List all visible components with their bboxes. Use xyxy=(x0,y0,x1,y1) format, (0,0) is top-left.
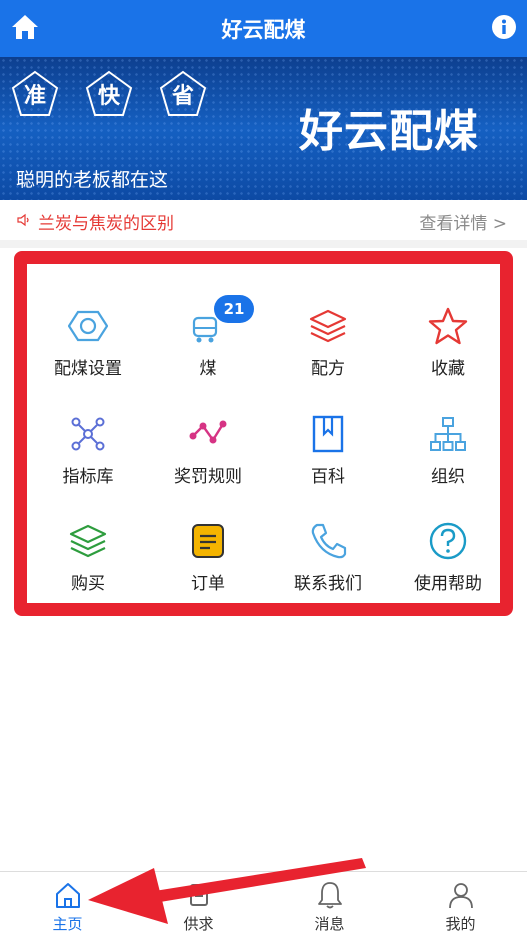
home-icon xyxy=(55,883,80,908)
network-icon xyxy=(71,417,105,451)
menu-item-label: 组织 xyxy=(431,467,465,487)
menu-item-label: 使用帮助 xyxy=(414,574,482,594)
feature-grid: 配煤设置 21 煤 配方 收藏 指标库 奖罚规则 百科 组织 购买 订单 联系我… xyxy=(14,251,513,616)
phone-icon xyxy=(311,523,347,559)
banner-badge-2: 快 xyxy=(84,69,134,119)
notice-text[interactable]: 兰炭与焦炭的区别 xyxy=(38,209,174,234)
home-icon[interactable] xyxy=(10,12,40,42)
banner-badge-text: 准 xyxy=(23,84,46,109)
book-icon xyxy=(312,415,344,453)
help-icon xyxy=(429,522,467,560)
tab-home[interactable]: 主页 xyxy=(2,872,133,936)
menu-item-coal[interactable]: 21 煤 xyxy=(149,295,267,406)
info-icon[interactable] xyxy=(491,14,517,40)
promo-banner[interactable]: 准 快 省 好云配煤 聪明的老板都在这 xyxy=(0,57,527,200)
menu-item-formula[interactable]: 配方 xyxy=(269,306,387,406)
menu-item-label: 指标库 xyxy=(62,467,114,487)
layers-icon xyxy=(309,309,347,343)
bell-icon xyxy=(317,882,342,909)
banner-slogan: 聪明的老板都在这 xyxy=(16,169,169,191)
menu-item-contact-us[interactable]: 联系我们 xyxy=(269,521,387,621)
menu-item-label: 购买 xyxy=(71,574,105,594)
banner-badge-1: 准 xyxy=(10,69,60,119)
menu-item-reward-rules[interactable]: 奖罚规则 xyxy=(149,414,267,514)
coal-icon-wrap: 21 xyxy=(188,295,254,346)
menu-item-indicator-library[interactable]: 指标库 xyxy=(29,414,147,514)
trend-line-icon xyxy=(189,420,227,444)
top-bar: 好云配煤 xyxy=(0,0,527,57)
tab-supply-demand[interactable]: 供求 xyxy=(133,872,264,936)
stack-icon xyxy=(69,524,107,558)
banner-badge-text: 快 xyxy=(97,84,120,109)
org-chart-icon xyxy=(430,417,466,451)
menu-item-label: 订单 xyxy=(191,574,225,594)
menu-item-orders[interactable]: 订单 xyxy=(149,521,267,621)
speaker-icon xyxy=(17,213,29,227)
order-note-icon xyxy=(192,524,224,558)
menu-item-encyclopedia[interactable]: 百科 xyxy=(269,414,387,514)
menu-item-purchase[interactable]: 购买 xyxy=(29,521,147,621)
tab-label: 我的 xyxy=(445,915,476,933)
page-title: 好云配煤 xyxy=(221,17,306,42)
menu-item-favorites[interactable]: 收藏 xyxy=(389,306,507,406)
menu-item-label: 百科 xyxy=(311,467,345,487)
menu-item-help[interactable]: 使用帮助 xyxy=(389,521,507,621)
user-icon xyxy=(448,883,473,909)
tab-profile[interactable]: 我的 xyxy=(395,872,526,936)
tab-label: 主页 xyxy=(52,915,83,933)
bottom-tab-bar: 主页 供求 消息 我的 xyxy=(0,871,527,936)
notice-bar[interactable]: 兰炭与焦炭的区别 查看详情 > xyxy=(0,200,527,240)
menu-item-blend-settings[interactable]: 配煤设置 xyxy=(29,306,147,406)
notification-badge: 21 xyxy=(214,295,254,323)
divider xyxy=(0,240,527,248)
menu-item-label: 收藏 xyxy=(431,359,465,379)
supply-icon xyxy=(189,884,208,906)
tab-label: 消息 xyxy=(314,915,345,933)
menu-item-label: 配方 xyxy=(311,359,345,379)
menu-item-label: 奖罚规则 xyxy=(174,467,242,487)
banner-brand: 好云配煤 xyxy=(299,106,479,157)
banner-badge-text: 省 xyxy=(171,84,194,109)
tab-messages[interactable]: 消息 xyxy=(264,872,395,936)
banner-badge-3: 省 xyxy=(158,69,208,119)
star-icon xyxy=(428,307,468,345)
hexagon-nut-icon xyxy=(68,310,108,342)
menu-item-label: 联系我们 xyxy=(294,574,362,594)
menu-item-label: 配煤设置 xyxy=(54,359,122,379)
menu-item-organization[interactable]: 组织 xyxy=(389,414,507,514)
menu-item-label: 煤 xyxy=(199,359,217,379)
view-details-link[interactable]: 查看详情 > xyxy=(419,209,507,234)
tab-label: 供求 xyxy=(183,915,214,933)
